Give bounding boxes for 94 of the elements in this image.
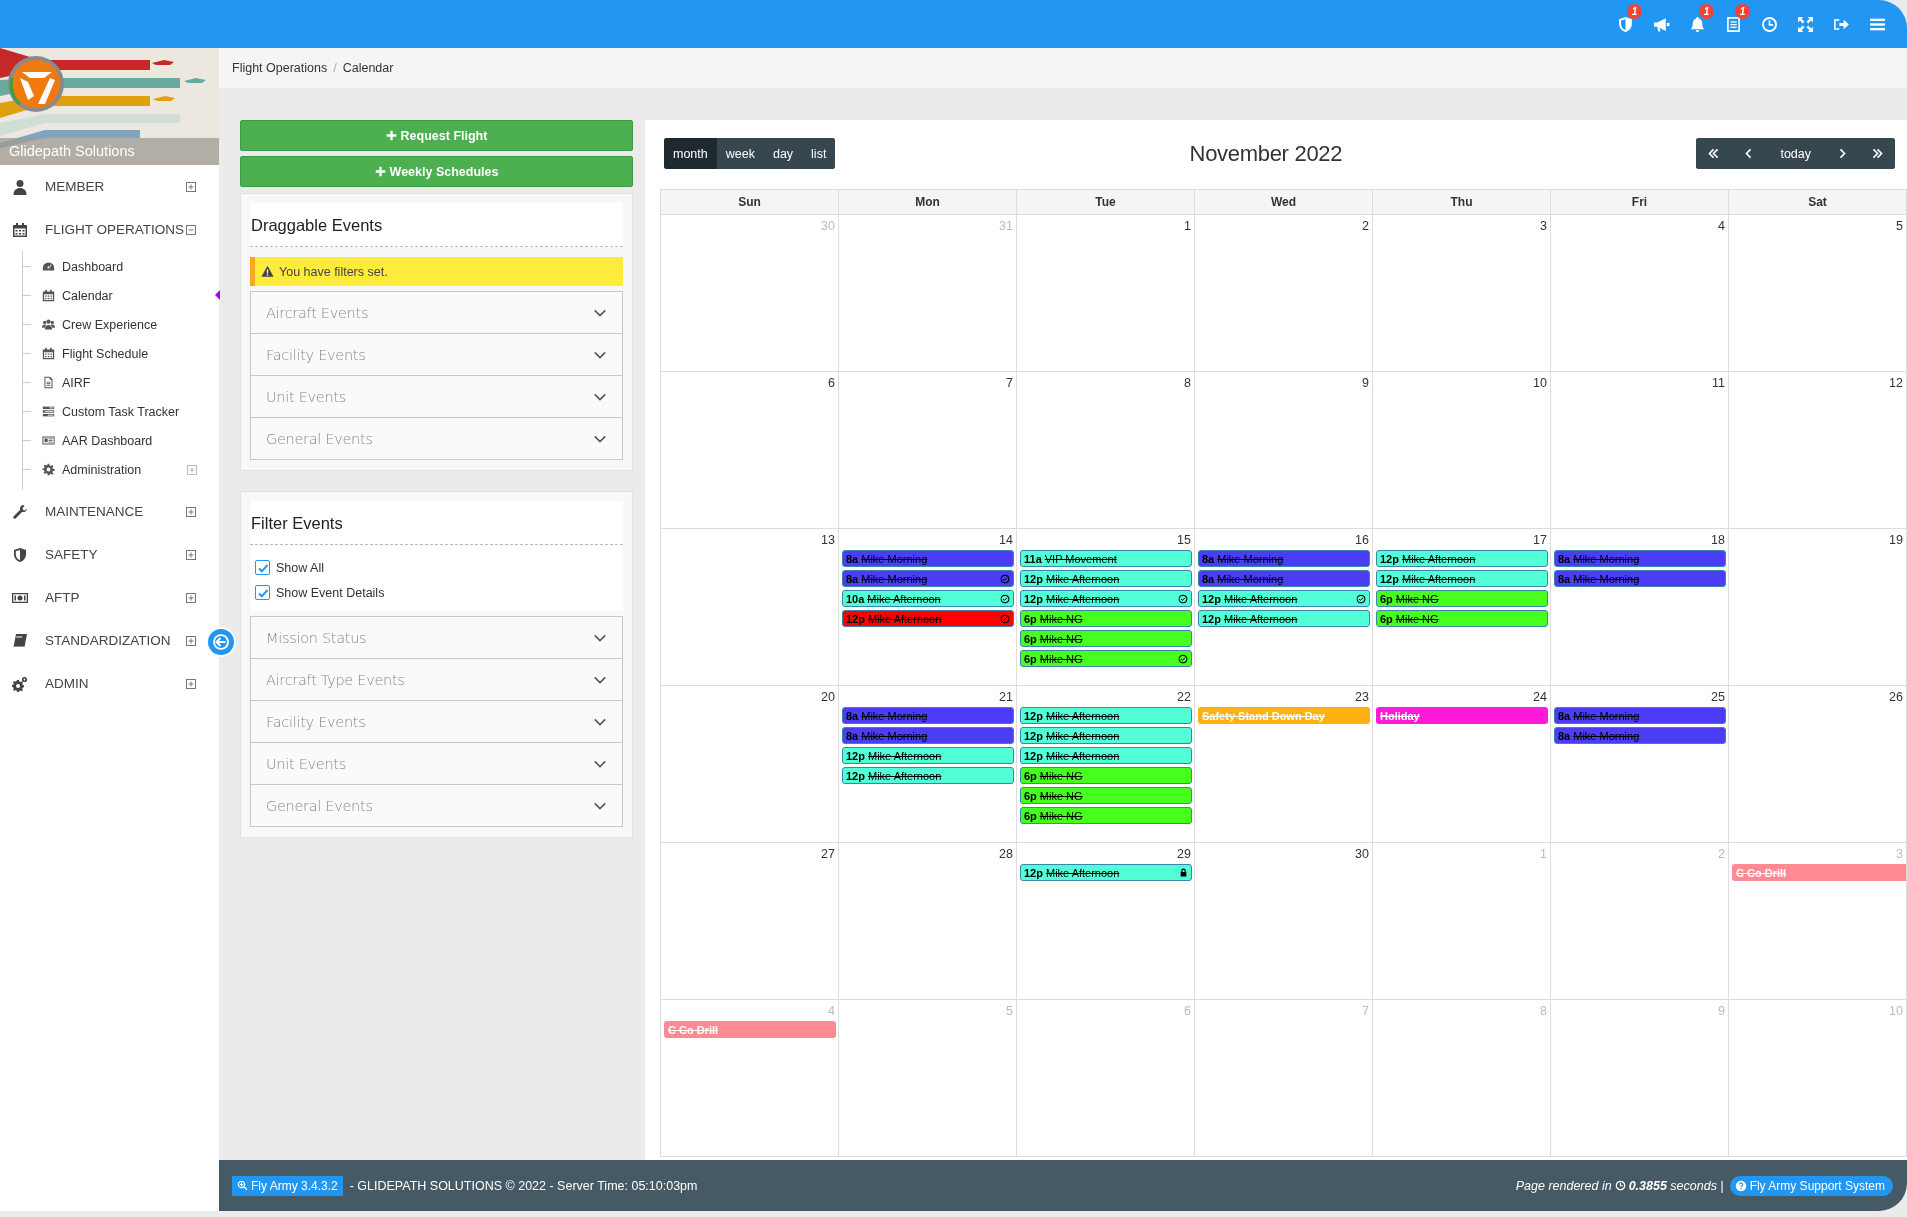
calendar-event[interactable]: 12p Mike Afternoon: [842, 747, 1014, 764]
document-button[interactable]: 1: [1715, 0, 1751, 48]
day-number[interactable]: 5: [1893, 215, 1906, 236]
nav-section[interactable]: SAFETY: [0, 533, 200, 576]
weekday-header: Thu: [1373, 190, 1551, 215]
day-number[interactable]: 8: [1181, 372, 1194, 393]
notification-badge: 1: [1735, 4, 1750, 19]
calendar-event[interactable]: 12p Mike Afternoon: [1376, 550, 1548, 567]
day-number[interactable]: 9: [1359, 372, 1372, 393]
calendar-event[interactable]: 12p Mike Afternoon: [1020, 570, 1192, 587]
day-number[interactable]: 18: [1708, 529, 1728, 550]
calendar-event[interactable]: 12p Mike Afternoon: [1020, 707, 1192, 724]
calendar-event[interactable]: 6p Mike NG: [1376, 590, 1548, 607]
nav-section[interactable]: ADMIN: [0, 662, 200, 705]
calendar-title: November 2022: [1188, 140, 1344, 167]
day-number[interactable]: 24: [1530, 686, 1550, 707]
breadcrumb-link[interactable]: Calendar: [342, 61, 394, 75]
notification-badge: 1: [1699, 4, 1714, 19]
checkbox-label: Show All: [276, 560, 324, 575]
day-number[interactable]: 20: [818, 686, 838, 707]
panel-title: Draggable Events: [250, 203, 623, 247]
calendar-event[interactable]: 12p Mike Afternoon: [1198, 590, 1370, 607]
day-number[interactable]: 29: [1174, 843, 1194, 864]
brand-name: Glidepath Solutions: [0, 138, 219, 165]
shield-button[interactable]: 1: [1607, 0, 1643, 48]
nav-item[interactable]: Flight Schedule: [23, 339, 201, 368]
day-number[interactable]: 27: [818, 843, 838, 864]
nav-item[interactable]: Custom Task Tracker: [23, 397, 201, 426]
breadcrumb-separator: /: [333, 61, 337, 75]
day-number[interactable]: 3: [1537, 215, 1550, 236]
weekday-header: Wed: [1195, 190, 1373, 215]
day-number[interactable]: 15: [1174, 529, 1194, 550]
calendar-event[interactable]: 6p Mike NG: [1020, 610, 1192, 627]
calendar-event[interactable]: 12p Mike Afternoon: [842, 610, 1014, 627]
day-number[interactable]: 25: [1708, 686, 1728, 707]
day-number[interactable]: 30: [1352, 843, 1372, 864]
weekday-header: Sat: [1729, 190, 1907, 215]
day-number[interactable]: 22: [1174, 686, 1194, 707]
calendar-event[interactable]: 10a Mike Afternoon: [842, 590, 1014, 607]
nav-section[interactable]: FLIGHT OPERATIONS: [0, 208, 200, 251]
nav-section[interactable]: MEMBER: [0, 165, 200, 208]
day-number[interactable]: 14: [996, 529, 1016, 550]
footer-text: - GLIDEPATH SOLUTIONS © 2022 - Server Time: 05:10:03pm: [349, 1178, 698, 1193]
alert-text: You have filters set.: [279, 264, 388, 279]
calendar-event[interactable]: 12p Mike Afternoon: [1020, 727, 1192, 744]
day-number[interactable]: 12: [1886, 372, 1906, 393]
day-number[interactable]: 2: [1359, 215, 1372, 236]
day-number[interactable]: 28: [996, 843, 1016, 864]
nav-item[interactable]: AIRF: [23, 368, 201, 397]
calendar-event[interactable]: 12p Mike Afternoon: [1020, 747, 1192, 764]
day-number[interactable]: 10: [1530, 372, 1550, 393]
day-number[interactable]: 17: [1530, 529, 1550, 550]
nav-section[interactable]: AFTP: [0, 576, 200, 619]
calendar-event[interactable]: 12p Mike Afternoon: [1020, 864, 1192, 881]
day-number[interactable]: 26: [1886, 686, 1906, 707]
weekday-header: Fri: [1551, 190, 1729, 215]
day-number[interactable]: 1: [1181, 215, 1194, 236]
nav-section[interactable]: MAINTENANCE: [0, 490, 200, 533]
day-number[interactable]: 7: [1003, 372, 1016, 393]
day-number[interactable]: 11: [1709, 372, 1728, 393]
calendar-event[interactable]: 6p Mike NG: [1020, 807, 1192, 824]
day-number[interactable]: 23: [1352, 686, 1372, 707]
nav-item[interactable]: AAR Dashboard: [23, 426, 201, 455]
calendar-event[interactable]: 11a VIP Movement: [1020, 550, 1192, 567]
render-time: 0.3855 seconds |: [1628, 1178, 1724, 1193]
day-number[interactable]: 16: [1352, 529, 1372, 550]
render-label: Page rendered in: [1515, 1178, 1612, 1193]
nav-section[interactable]: STANDARDIZATION: [0, 619, 200, 662]
weekday-header: Mon: [839, 190, 1017, 215]
day-number[interactable]: 21: [996, 686, 1016, 707]
nav-item[interactable]: Crew Experience: [23, 310, 201, 339]
day-number[interactable]: 19: [1886, 529, 1906, 550]
nav-item[interactable]: Administration: [23, 455, 201, 484]
calendar-event[interactable]: 6p Mike NG: [1020, 787, 1192, 804]
panel-title: Filter Events: [250, 501, 623, 545]
weekday-header: Tue: [1017, 190, 1195, 215]
checkbox-label: Show Event Details: [276, 585, 385, 600]
calendar-event[interactable]: 12p Mike Afternoon: [1020, 590, 1192, 607]
bell-button[interactable]: 1: [1679, 0, 1715, 48]
calendar-event[interactable]: 12p Mike Afternoon: [842, 767, 1014, 784]
weekday-header: Sun: [661, 190, 839, 215]
day-number[interactable]: 4: [1715, 215, 1728, 236]
view-tab[interactable]: month: [664, 138, 717, 169]
nav-item[interactable]: Dashboard: [23, 252, 201, 281]
calendar-event[interactable]: 6p Mike NG: [1020, 767, 1192, 784]
day-number[interactable]: 13: [818, 529, 838, 550]
breadcrumb-link[interactable]: Flight Operations: [232, 61, 328, 75]
calendar-event[interactable]: 6p Mike NG: [1020, 650, 1192, 667]
notification-badge: 1: [1627, 4, 1642, 19]
day-number[interactable]: 6: [825, 372, 838, 393]
calendar-event[interactable]: 12p Mike Afternoon: [1376, 570, 1548, 587]
calendar-event[interactable]: 6p Mike NG: [1376, 610, 1548, 627]
calendar-event[interactable]: 6p Mike NG: [1020, 630, 1192, 647]
calendar-event[interactable]: 12p Mike Afternoon: [1198, 610, 1370, 627]
